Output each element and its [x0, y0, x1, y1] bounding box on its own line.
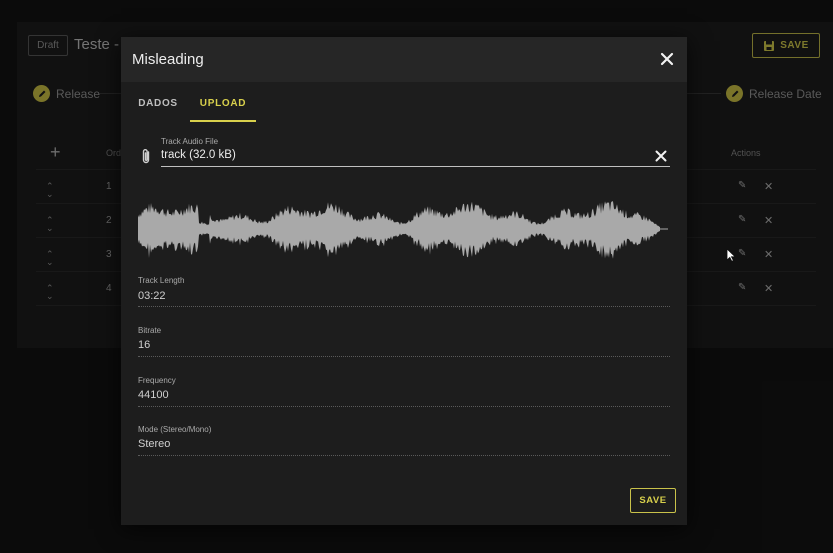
file-field-label: Track Audio File — [161, 137, 219, 146]
mode-value[interactable]: Stereo — [138, 438, 170, 450]
track-modal: Misleading DADOS UPLOAD Track Audio File… — [121, 37, 687, 525]
field-underline — [138, 306, 670, 307]
mode-label: Mode (Stereo/Mono) — [138, 425, 212, 434]
tab-dados[interactable]: DADOS — [130, 92, 186, 122]
track-length-label: Track Length — [138, 276, 185, 285]
clear-file-icon[interactable] — [654, 149, 668, 163]
field-underline — [138, 406, 670, 407]
close-icon[interactable] — [659, 51, 675, 67]
file-field-underline — [161, 166, 670, 167]
modal-save-button[interactable]: SAVE — [630, 488, 676, 513]
audio-waveform — [138, 201, 668, 259]
bitrate-label: Bitrate — [138, 326, 162, 335]
tab-upload[interactable]: UPLOAD — [190, 92, 256, 122]
waveform-shape — [138, 201, 660, 259]
frequency-value[interactable]: 44100 — [138, 389, 169, 401]
mouse-cursor-icon — [726, 248, 736, 262]
bitrate-value[interactable]: 16 — [138, 339, 150, 351]
track-length-value[interactable]: 03:22 — [138, 290, 166, 302]
field-underline — [138, 455, 670, 456]
paperclip-icon — [142, 149, 150, 164]
frequency-label: Frequency — [138, 376, 176, 385]
file-field-value[interactable]: track (32.0 kB) — [161, 149, 236, 161]
modal-title: Misleading — [132, 51, 204, 68]
field-underline — [138, 356, 670, 357]
modal-header: Misleading — [121, 37, 687, 82]
